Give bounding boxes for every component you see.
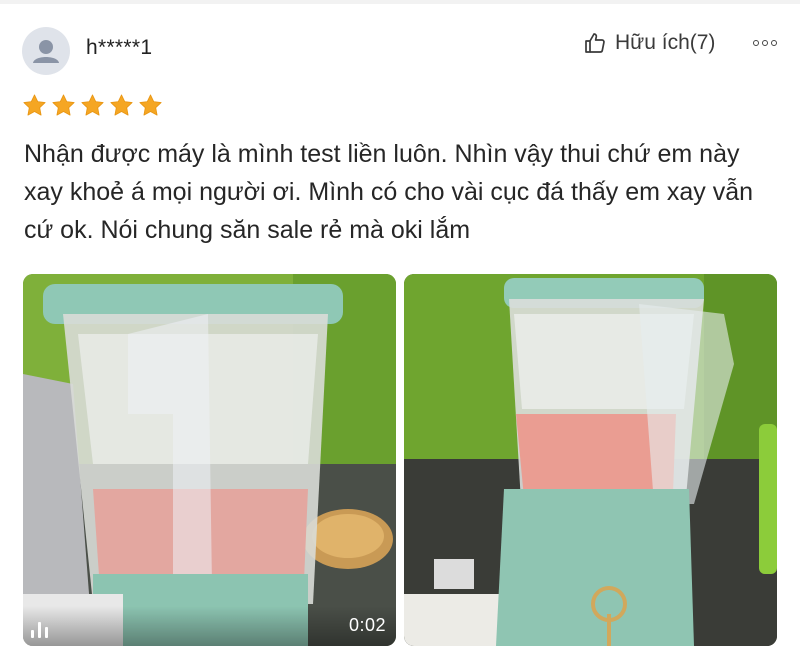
user-icon <box>33 40 59 63</box>
star-icon <box>23 94 46 116</box>
more-options-dot <box>762 40 768 46</box>
more-options-icon <box>753 40 759 46</box>
video-duration: 0:02 <box>348 615 386 635</box>
review-text: Nhận được máy là mình test liền luôn. Nh… <box>24 140 754 244</box>
blender-photo <box>404 274 777 646</box>
review-card: h*****1 Hữu ích(7) Nhận được máy là mình… <box>0 0 800 662</box>
rating-stars <box>22 93 163 118</box>
video-overlay <box>23 606 396 646</box>
helpful-count-label: Hữu ích(7) <box>615 31 716 54</box>
thumbs-up-icon <box>585 33 605 53</box>
star-icon <box>139 94 162 116</box>
more-options-button[interactable] <box>748 33 782 53</box>
video-icon <box>31 618 57 638</box>
helpful-button[interactable]: Hữu ích(7) <box>583 29 715 57</box>
reviewer-username[interactable]: h*****1 <box>86 36 152 60</box>
star-icon <box>110 94 133 116</box>
blender-video-frame <box>23 274 396 646</box>
review-video-thumbnail[interactable]: 0:02 <box>23 274 396 646</box>
review-photo[interactable] <box>404 274 777 646</box>
more-options-dot <box>771 40 777 46</box>
avatar[interactable] <box>22 27 70 75</box>
star-icon <box>81 94 104 116</box>
star-icon <box>52 94 75 116</box>
